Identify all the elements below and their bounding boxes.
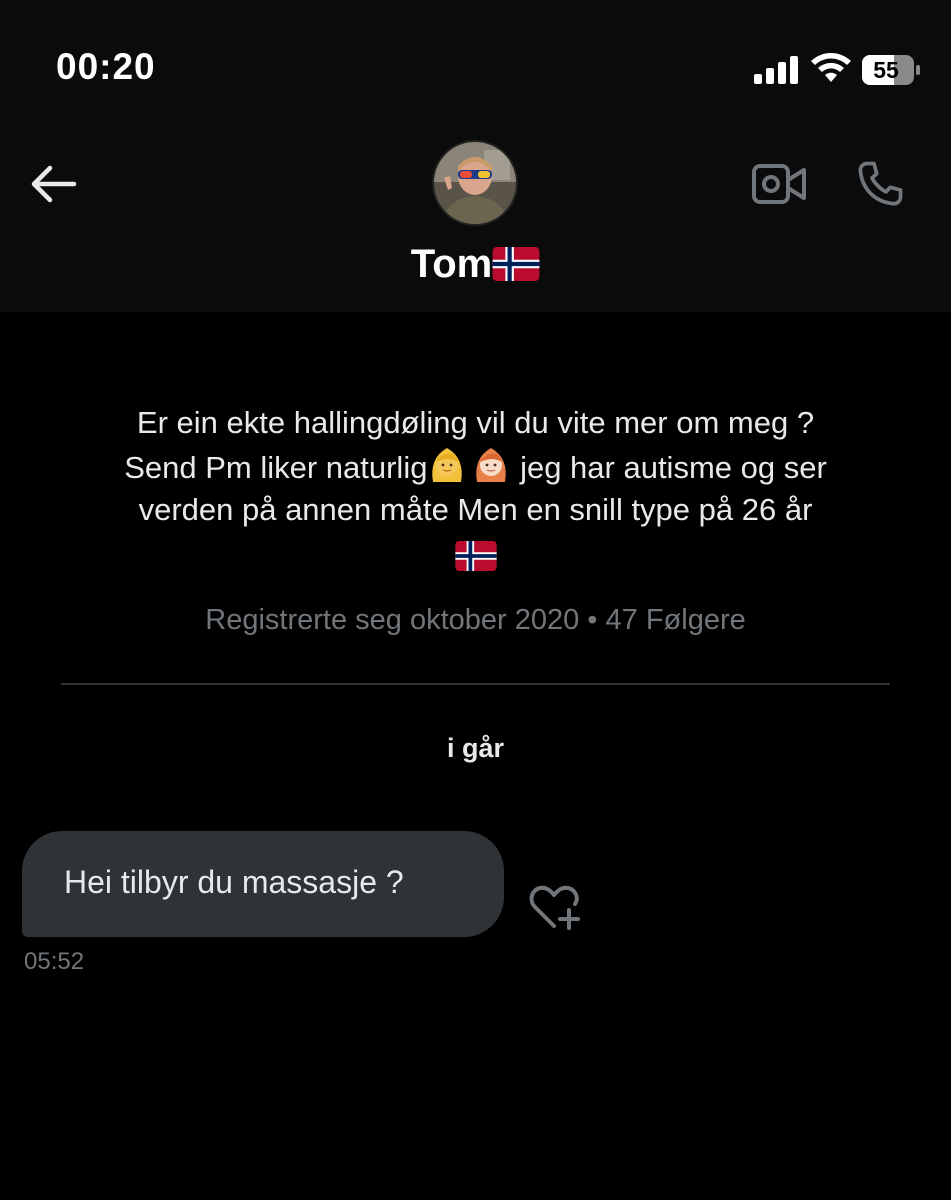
phone-icon[interactable] <box>852 156 908 212</box>
status-bar: 00:20 55 <box>0 0 951 140</box>
status-time: 00:20 <box>56 46 156 87</box>
bio-line-4 <box>40 531 911 573</box>
bio-line-2: Send Pm liker naturlig jeg har autisme o… <box>40 444 911 489</box>
video-call-icon[interactable] <box>750 160 808 208</box>
date-separator: i går <box>446 733 505 763</box>
conversation-header: Tom <box>0 140 951 312</box>
wifi-icon <box>811 53 851 82</box>
avatar-photo <box>434 142 516 224</box>
cellular-signal-icon <box>754 56 798 84</box>
profile-meta: Registrerte seg oktober 2020 • 47 Følger… <box>205 604 746 636</box>
message-timestamp: 05:52 <box>24 948 85 975</box>
profile-bio: Er ein ekte hallingdøling vil du vite me… <box>40 402 911 573</box>
message-text: Hei tilbyr du massasje ? <box>64 864 404 900</box>
back-arrow-icon[interactable] <box>24 160 80 208</box>
contact-avatar[interactable] <box>432 140 518 226</box>
contact-name: Tom <box>410 241 493 286</box>
norway-flag-icon <box>454 540 497 571</box>
bio-line-1: Er ein ekte hallingdøling vil du vite me… <box>136 405 815 440</box>
divider <box>61 683 890 685</box>
bio-line-2-end: jeg har autisme og ser <box>511 450 827 485</box>
contact-name-row[interactable]: Tom <box>0 240 951 287</box>
red-haired-woman-emoji-icon <box>476 448 507 482</box>
norway-flag-icon <box>492 247 540 282</box>
bio-line-3: verden på annen måte Men en snill type p… <box>138 492 813 527</box>
bio-line-2-start: Send Pm liker naturlig <box>124 450 428 485</box>
blond-woman-emoji-icon <box>432 448 463 482</box>
battery-level: 55 <box>873 57 899 83</box>
message-bubble[interactable]: Hei tilbyr du massasje ? <box>22 831 504 937</box>
heart-plus-icon[interactable] <box>528 882 584 932</box>
